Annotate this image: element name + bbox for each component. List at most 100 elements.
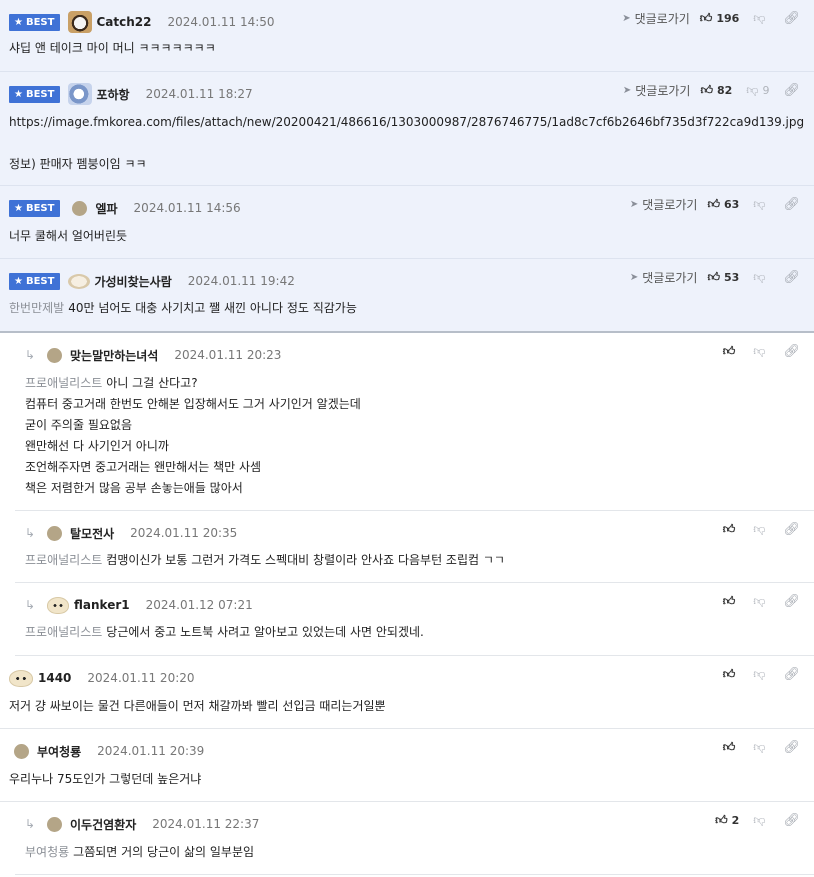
upvote-button[interactable]: 👍︎ 53: [707, 270, 739, 285]
comment-list: ★ BEST Catch22 2024.01.11 14:50 ➤ 댓글로가기 👍︎…: [0, 0, 814, 875]
thumbs-up-icon: 👍︎: [699, 10, 713, 25]
link-icon[interactable]: 🔗︎: [783, 83, 800, 98]
mention-target[interactable]: 프로애널리스트: [25, 625, 102, 639]
downvote-button[interactable]: 👎︎: [753, 813, 769, 828]
mention-target[interactable]: 프로애널리스트: [25, 553, 102, 567]
upvote-button[interactable]: 👍︎: [723, 522, 740, 537]
upvote-button[interactable]: 👍︎ 2: [715, 813, 739, 828]
thumbs-down-icon: 👎︎: [753, 812, 766, 827]
thumbs-down-icon: 👎︎: [753, 593, 766, 608]
nickname[interactable]: 가성비찾는사람: [94, 273, 171, 290]
avatar[interactable]: [72, 200, 88, 216]
link-icon[interactable]: 🔗︎: [783, 740, 800, 755]
reply-arrow-icon: ↳: [25, 348, 36, 362]
send-icon: ➤: [629, 271, 639, 283]
avatar[interactable]: [68, 273, 91, 289]
thumbs-up-icon: 👍︎: [722, 343, 736, 358]
upvote-button[interactable]: 👍︎ 196: [700, 11, 740, 26]
comment-date: 2024.01.11 14:56: [133, 201, 241, 215]
go-to-reply-link[interactable]: ➤ 댓글로가기: [630, 196, 698, 213]
upvote-button[interactable]: 👍︎ 63: [707, 197, 739, 212]
comment-date: 2024.01.11 20:20: [87, 671, 195, 685]
comment-item: ↳ 맞는말만하는녀석 2024.01.11 20:23 👍︎ 👎︎ 🔗︎ 프로애…: [15, 333, 814, 511]
nickname[interactable]: 1440: [38, 671, 71, 685]
downvote-button[interactable]: 👎︎: [753, 740, 769, 755]
upvote-button[interactable]: 👍︎: [723, 667, 740, 682]
downvote-button[interactable]: 👎︎: [753, 11, 769, 26]
link-icon[interactable]: 🔗︎: [783, 197, 800, 212]
avatar[interactable]: [47, 347, 62, 363]
downvote-button[interactable]: 👎︎: [753, 270, 769, 285]
downvote-count: 9: [762, 83, 770, 97]
avatar[interactable]: [14, 743, 29, 759]
downvote-button[interactable]: 👎︎: [753, 522, 769, 537]
downvote-button[interactable]: 👎︎: [753, 344, 769, 359]
best-badge: ★ BEST: [9, 85, 61, 103]
nickname[interactable]: 맞는말만하는녀석: [70, 347, 158, 364]
comment-body: 프로애널리스트 당근에서 중고 노트북 사려고 알아보고 있었는데 사면 안되겠네…: [25, 625, 424, 639]
link-icon[interactable]: 🔗︎: [783, 522, 800, 537]
nickname[interactable]: 부여청룡: [37, 743, 81, 760]
avatar[interactable]: [68, 11, 93, 33]
star-icon: ★: [14, 202, 23, 214]
thumbs-down-icon: 👎︎: [753, 10, 766, 25]
avatar[interactable]: [47, 596, 69, 614]
link-icon[interactable]: 🔗︎: [783, 270, 800, 285]
mention-target[interactable]: 부여청룡: [25, 845, 69, 859]
link-icon[interactable]: 🔗︎: [783, 344, 800, 359]
image-link[interactable]: https://image.fmkorea.com/files/attach/n…: [9, 112, 804, 133]
link-icon[interactable]: 🔗︎: [783, 813, 800, 828]
thumbs-up-icon: 👍︎: [707, 269, 720, 284]
downvote-button[interactable]: 👎︎: [753, 594, 769, 609]
star-icon: ★: [14, 16, 23, 28]
comment-body: 프로애널리스트 컴맹이신가 보통 그런거 가격도 스펙대비 창렬이라 안사죠 다음…: [25, 553, 505, 567]
comment-item: ★ BEST 가성비찾는사람 2024.01.11 19:42 ➤ 댓글로가기 👍︎…: [0, 259, 814, 333]
comment-item: 1440 2024.01.11 20:20 👍︎ 👎︎ 🔗︎ 저거 걍 싸보이는…: [0, 656, 814, 729]
go-to-reply-link[interactable]: ➤ 댓글로가기: [622, 10, 690, 27]
comment-item: ★ BEST Catch22 2024.01.11 14:50 ➤ 댓글로가기 👍︎…: [0, 0, 814, 72]
nickname[interactable]: Catch22: [96, 15, 151, 29]
thumbs-up-icon: 👍︎: [715, 812, 728, 827]
upvote-button[interactable]: 👍︎: [723, 740, 740, 755]
mention-target[interactable]: 프로애널리스트: [25, 376, 102, 390]
thumbs-down-icon: 👎︎: [753, 196, 766, 211]
comment-item: ↳ 이두건염환자 2024.01.11 22:37 👍︎ 2 👎︎ 🔗︎ 부여청룡…: [15, 802, 814, 875]
upvote-button[interactable]: 👍︎: [723, 344, 740, 359]
comment-body: 한번만제발 40만 넘어도 대충 사기치고 쨀 새낀 아니다 정도 직감가능: [9, 301, 357, 315]
thumbs-up-icon: 👍︎: [722, 593, 736, 608]
mention-target[interactable]: 한번만제발: [9, 301, 64, 315]
reply-arrow-icon: ↳: [25, 817, 36, 831]
comment-date: 2024.01.11 19:42: [187, 274, 295, 288]
avatar[interactable]: [47, 816, 62, 832]
downvote-button[interactable]: 👎︎ 9: [746, 83, 769, 98]
nickname[interactable]: flanker1: [74, 598, 130, 612]
thumbs-up-icon: 👍︎: [707, 196, 720, 211]
comment-item: ★ BEST 엘파 2024.01.11 14:56 ➤ 댓글로가기 👍︎ 63 👎︎…: [0, 186, 814, 259]
link-icon[interactable]: 🔗︎: [783, 11, 800, 26]
upvote-button[interactable]: 👍︎ 82: [700, 83, 732, 98]
upvote-count: 63: [723, 197, 740, 211]
comment-body: 부여청룡 그쯤되면 거의 당근이 삶의 일부분임: [25, 845, 255, 859]
nickname[interactable]: 이두건염환자: [70, 816, 136, 833]
comment-body: 너무 쿨해서 얼어버린듯: [9, 229, 128, 243]
comment-body: 프로애널리스트 아니 그걸 산다고? 컴퓨터 중고거래 한번도 안해본 입장해서도…: [25, 376, 361, 495]
avatar[interactable]: [9, 669, 33, 687]
link-icon[interactable]: 🔗︎: [783, 594, 800, 609]
comment-date: 2024.01.11 22:37: [152, 817, 260, 831]
upvote-button[interactable]: 👍︎: [723, 594, 740, 609]
avatar[interactable]: [68, 83, 93, 105]
comment-item: ↳ flanker1 2024.01.12 07:21 👍︎ 👎︎ 🔗︎ 프로애…: [15, 583, 814, 656]
avatar[interactable]: [47, 525, 62, 541]
downvote-button[interactable]: 👎︎: [753, 667, 769, 682]
go-to-reply-link[interactable]: ➤ 댓글로가기: [630, 269, 698, 286]
nickname[interactable]: 포하항: [96, 86, 129, 103]
downvote-button[interactable]: 👎︎: [753, 197, 769, 212]
go-to-reply-link[interactable]: ➤ 댓글로가기: [623, 82, 691, 99]
link-icon[interactable]: 🔗︎: [783, 667, 800, 682]
upvote-count: 82: [716, 83, 733, 97]
upvote-count: 196: [716, 11, 740, 25]
comment-date: 2024.01.11 20:23: [174, 348, 282, 362]
comment-date: 2024.01.11 20:39: [97, 744, 205, 758]
nickname[interactable]: 엘파: [95, 200, 117, 217]
nickname[interactable]: 탈모전사: [70, 525, 114, 542]
